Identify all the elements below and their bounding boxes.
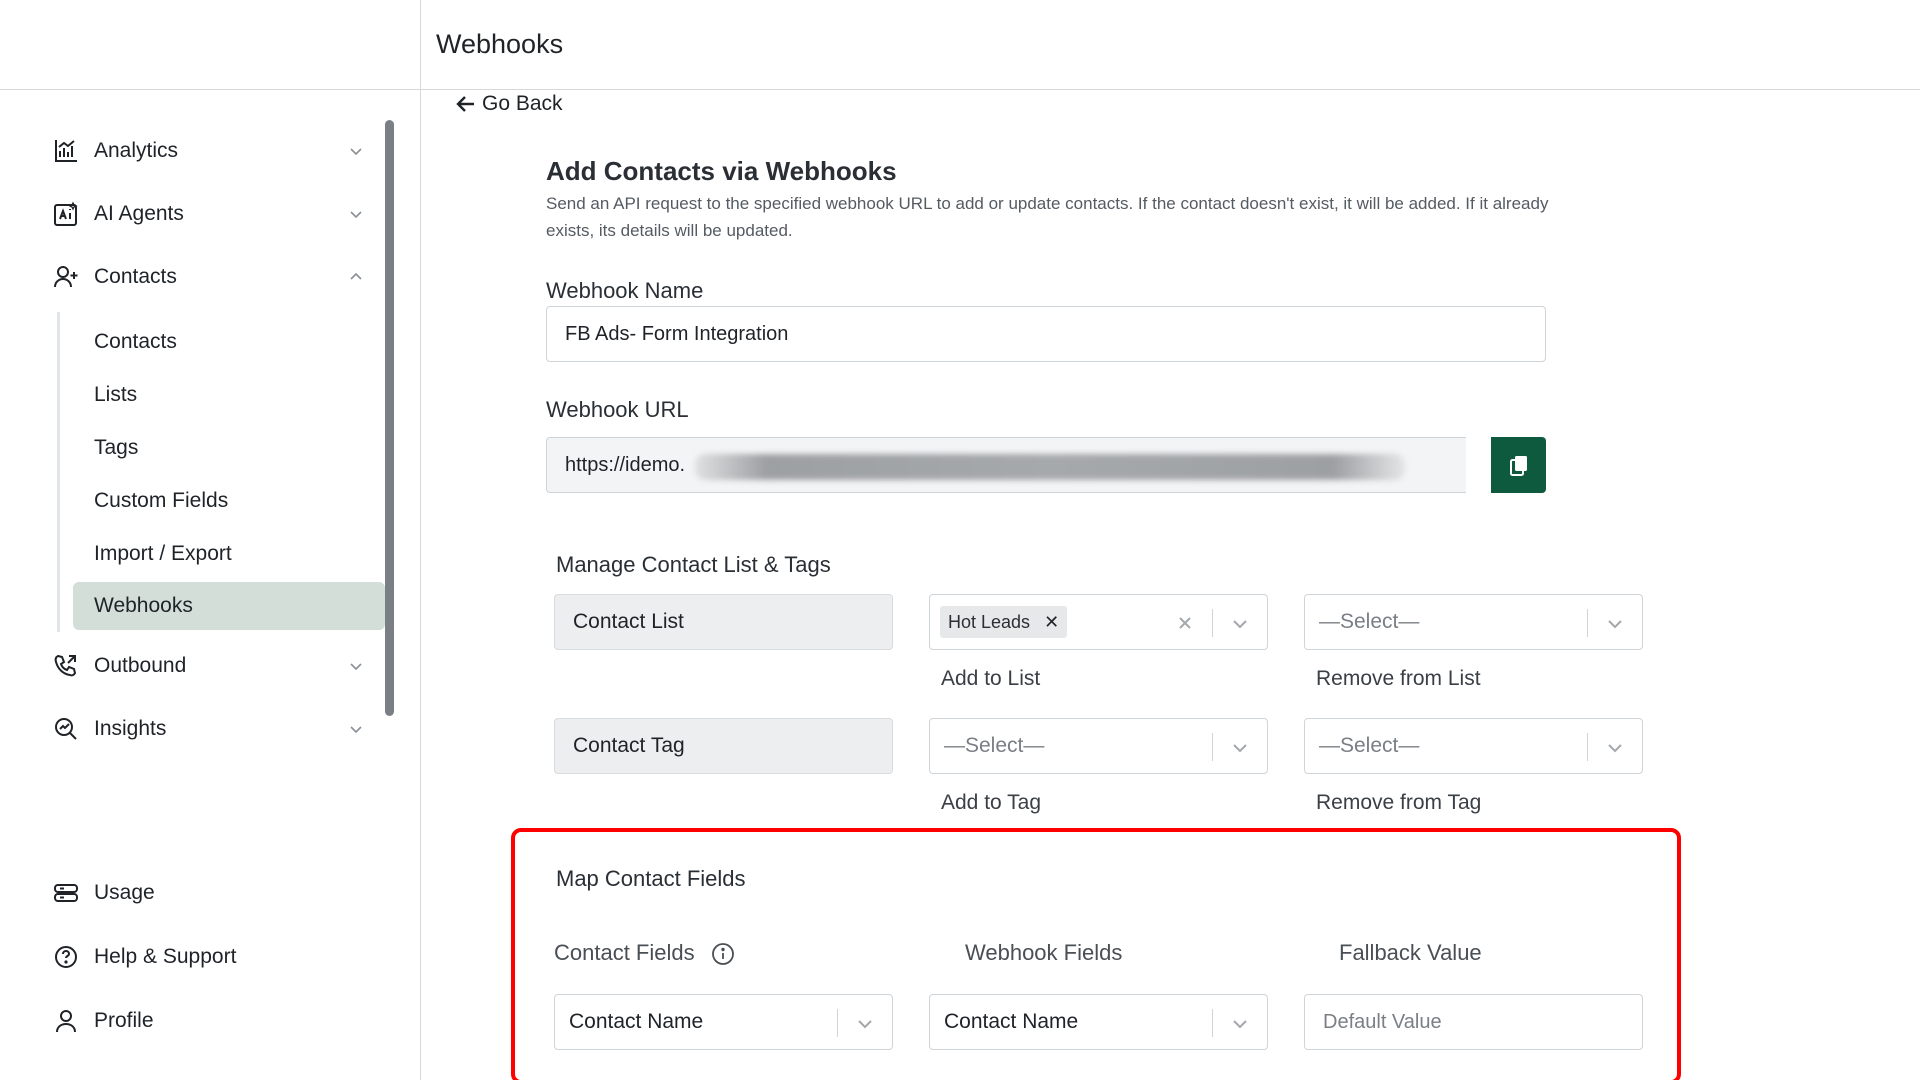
- sidebar-item-label: Profile: [94, 1009, 154, 1032]
- contacts-icon: [52, 263, 80, 291]
- select-separator: [837, 1009, 838, 1037]
- sidebar-item-label: Outbound: [94, 654, 187, 677]
- sidebar-subitem-lists[interactable]: Lists: [73, 371, 385, 419]
- add-to-tag-select[interactable]: —Select—: [929, 718, 1268, 774]
- remove-from-list-caption: Remove from List: [1316, 667, 1481, 690]
- select-separator: [1212, 733, 1213, 761]
- sidebar-item-label: AI Agents: [94, 202, 184, 225]
- chevron-down-icon: [350, 663, 362, 671]
- select-separator: [1587, 609, 1588, 637]
- chevron-down-icon: [350, 726, 362, 734]
- analytics-icon: [52, 137, 80, 165]
- chip-label: Hot Leads: [948, 611, 1031, 632]
- copy-url-button[interactable]: [1491, 437, 1546, 493]
- chevron-down-icon: [350, 211, 362, 219]
- usage-icon: [52, 879, 80, 907]
- select-placeholder: —Select—: [1319, 734, 1420, 757]
- sidebar-subitem-import-export[interactable]: Import / Export: [73, 530, 385, 578]
- copy-icon: [1509, 456, 1527, 476]
- webhook-name-input[interactable]: FB Ads- Form Integration: [546, 306, 1546, 362]
- contact-tag-label-box: Contact Tag: [554, 718, 893, 774]
- submenu-guide-line: [57, 312, 60, 632]
- selected-list-chip: Hot Leads ✕: [940, 606, 1068, 638]
- top-bar: Webhooks: [421, 0, 1920, 90]
- sidebar-subitem-tags[interactable]: Tags: [73, 424, 385, 472]
- chevron-up-icon: [350, 272, 362, 280]
- chevron-down-icon: [1233, 1020, 1247, 1029]
- sidebar-item-label: Help & Support: [94, 945, 237, 968]
- contact-fields-heading: Contact Fields: [554, 940, 735, 966]
- contact-fields-heading-label: Contact Fields: [554, 940, 695, 965]
- main-content: Go Back Add Contacts via Webhooks Send a…: [421, 90, 1920, 1080]
- sidebar-scrollbar[interactable]: [385, 120, 394, 716]
- logo-area: [0, 0, 421, 90]
- manage-section-title: Manage Contact List & Tags: [556, 552, 831, 577]
- info-icon[interactable]: [711, 942, 735, 966]
- fallback-value-input[interactable]: Default Value: [1304, 994, 1643, 1050]
- select-separator: [1212, 609, 1213, 637]
- sidebar-subitem-custom-fields[interactable]: Custom Fields: [73, 477, 385, 525]
- page-title: Webhooks: [436, 29, 564, 59]
- form-title: Add Contacts via Webhooks: [546, 156, 897, 186]
- add-to-list-caption: Add to List: [941, 667, 1041, 690]
- select-separator: [1587, 733, 1588, 761]
- sidebar-item-contacts[interactable]: Contacts: [52, 257, 372, 297]
- url-redaction-blur: [695, 454, 1405, 480]
- ai-agents-icon: [52, 200, 80, 228]
- sidebar-item-label: Insights: [94, 717, 167, 740]
- remove-from-tag-select[interactable]: —Select—: [1304, 718, 1643, 774]
- select-value: Contact Name: [569, 1010, 704, 1033]
- form-description: Send an API request to the specified web…: [546, 194, 1549, 240]
- chevron-down-icon: [858, 1020, 872, 1029]
- map-fields-title: Map Contact Fields: [556, 866, 746, 891]
- chevron-down-icon: [350, 148, 362, 156]
- outbound-call-icon: [52, 652, 80, 680]
- contact-field-select[interactable]: Contact Name: [554, 994, 893, 1050]
- webhook-url-value: https://idemo.: [565, 453, 686, 476]
- sidebar-item-outbound[interactable]: Outbound: [52, 646, 372, 686]
- webhook-url-field[interactable]: https://idemo.: [546, 437, 1466, 493]
- help-icon: [52, 943, 80, 971]
- select-placeholder: —Select—: [1319, 610, 1420, 633]
- insights-icon: [52, 715, 80, 743]
- select-value: Contact Name: [944, 1010, 1079, 1033]
- sidebar-item-label: Contacts: [94, 265, 177, 288]
- sidebar-item-analytics[interactable]: Analytics: [52, 131, 372, 171]
- sidebar-item-usage[interactable]: Usage: [52, 873, 372, 913]
- sidebar-item-label: Analytics: [94, 139, 179, 162]
- add-to-tag-caption: Add to Tag: [941, 791, 1042, 814]
- go-back-link[interactable]: Go Back: [456, 92, 563, 116]
- remove-from-list-select[interactable]: —Select—: [1304, 594, 1643, 650]
- contact-list-label-box: Contact List: [554, 594, 893, 650]
- webhook-name-label: Webhook Name: [546, 278, 704, 303]
- arrow-left-icon: [456, 96, 474, 112]
- sidebar-item-help-support[interactable]: Help & Support: [52, 937, 372, 977]
- webhook-fields-heading: Webhook Fields: [965, 940, 1123, 965]
- chip-remove-icon[interactable]: ✕: [1044, 612, 1059, 633]
- webhook-field-select[interactable]: Contact Name: [929, 994, 1268, 1050]
- sidebar: Analytics AI Agents Contacts Contacts Li…: [0, 90, 421, 1080]
- sidebar-item-insights[interactable]: Insights: [52, 709, 372, 749]
- go-back-label: Go Back: [482, 92, 563, 115]
- sidebar-item-profile[interactable]: Profile: [52, 1001, 372, 1041]
- remove-from-tag-caption: Remove from Tag: [1316, 791, 1482, 814]
- chevron-down-icon: [1608, 744, 1622, 753]
- app-root: Webhooks Analytics AI Agents Contacts Co…: [0, 0, 1920, 1080]
- chevron-down-icon: [1233, 620, 1247, 629]
- profile-icon: [52, 1007, 80, 1035]
- clear-icon[interactable]: [1175, 613, 1195, 633]
- select-placeholder: —Select—: [944, 734, 1045, 757]
- select-separator: [1212, 1009, 1213, 1037]
- add-to-list-select[interactable]: Hot Leads ✕: [929, 594, 1268, 650]
- fallback-value-heading: Fallback Value: [1339, 940, 1482, 965]
- sidebar-subitem-webhooks[interactable]: Webhooks: [73, 582, 385, 630]
- chevron-down-icon: [1608, 620, 1622, 629]
- sidebar-item-ai-agents[interactable]: AI Agents: [52, 194, 372, 234]
- sidebar-item-label: Usage: [94, 881, 155, 904]
- chevron-down-icon: [1233, 744, 1247, 753]
- webhook-url-label: Webhook URL: [546, 397, 689, 422]
- sidebar-subitem-contacts[interactable]: Contacts: [73, 318, 385, 366]
